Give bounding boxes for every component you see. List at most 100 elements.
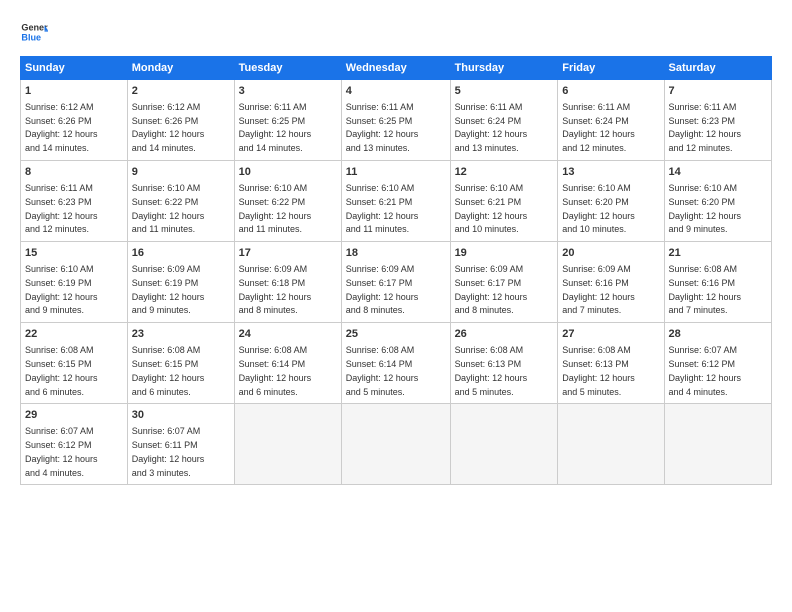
day-number: 20 <box>562 246 659 261</box>
calendar-table: SundayMondayTuesdayWednesdayThursdayFrid… <box>20 56 772 485</box>
day-cell: 22 Sunrise: 6:08 AMSunset: 6:15 PMDayligh… <box>21 323 128 404</box>
day-number: 29 <box>25 408 123 423</box>
day-cell: 1 Sunrise: 6:12 AMSunset: 6:26 PMDaylight… <box>21 80 128 161</box>
day-cell: 7 Sunrise: 6:11 AMSunset: 6:23 PMDaylight… <box>664 80 771 161</box>
day-number: 17 <box>239 246 337 261</box>
day-info: Sunrise: 6:12 AMSunset: 6:26 PMDaylight:… <box>132 102 205 153</box>
day-info: Sunrise: 6:08 AMSunset: 6:13 PMDaylight:… <box>455 345 528 396</box>
day-info: Sunrise: 6:08 AMSunset: 6:14 PMDaylight:… <box>239 345 312 396</box>
day-info: Sunrise: 6:11 AMSunset: 6:23 PMDaylight:… <box>669 102 742 153</box>
day-number: 21 <box>669 246 767 261</box>
day-number: 25 <box>346 327 446 342</box>
header-saturday: Saturday <box>664 57 771 80</box>
day-info: Sunrise: 6:07 AMSunset: 6:12 PMDaylight:… <box>669 345 742 396</box>
day-info: Sunrise: 6:10 AMSunset: 6:22 PMDaylight:… <box>239 183 312 234</box>
day-number: 7 <box>669 84 767 99</box>
header-monday: Monday <box>127 57 234 80</box>
day-info: Sunrise: 6:11 AMSunset: 6:25 PMDaylight:… <box>346 102 419 153</box>
day-cell: 19 Sunrise: 6:09 AMSunset: 6:17 PMDayligh… <box>450 242 558 323</box>
day-info: Sunrise: 6:11 AMSunset: 6:24 PMDaylight:… <box>455 102 528 153</box>
day-info: Sunrise: 6:10 AMSunset: 6:20 PMDaylight:… <box>562 183 635 234</box>
day-number: 19 <box>455 246 554 261</box>
day-number: 14 <box>669 165 767 180</box>
day-info: Sunrise: 6:08 AMSunset: 6:13 PMDaylight:… <box>562 345 635 396</box>
day-info: Sunrise: 6:10 AMSunset: 6:20 PMDaylight:… <box>669 183 742 234</box>
day-cell: 15 Sunrise: 6:10 AMSunset: 6:19 PMDayligh… <box>21 242 128 323</box>
day-info: Sunrise: 6:10 AMSunset: 6:19 PMDaylight:… <box>25 264 98 315</box>
day-cell <box>234 404 341 485</box>
day-info: Sunrise: 6:07 AMSunset: 6:11 PMDaylight:… <box>132 426 205 477</box>
day-info: Sunrise: 6:11 AMSunset: 6:23 PMDaylight:… <box>25 183 98 234</box>
day-number: 13 <box>562 165 659 180</box>
day-info: Sunrise: 6:11 AMSunset: 6:24 PMDaylight:… <box>562 102 635 153</box>
week-row-0: 1 Sunrise: 6:12 AMSunset: 6:26 PMDaylight… <box>21 80 772 161</box>
day-cell: 11 Sunrise: 6:10 AMSunset: 6:21 PMDayligh… <box>341 161 450 242</box>
week-row-1: 8 Sunrise: 6:11 AMSunset: 6:23 PMDaylight… <box>21 161 772 242</box>
day-cell: 16 Sunrise: 6:09 AMSunset: 6:19 PMDayligh… <box>127 242 234 323</box>
day-info: Sunrise: 6:12 AMSunset: 6:26 PMDaylight:… <box>25 102 98 153</box>
day-number: 10 <box>239 165 337 180</box>
day-cell: 9 Sunrise: 6:10 AMSunset: 6:22 PMDaylight… <box>127 161 234 242</box>
day-number: 23 <box>132 327 230 342</box>
day-info: Sunrise: 6:09 AMSunset: 6:19 PMDaylight:… <box>132 264 205 315</box>
day-cell: 24Sunrise: 6:08 AMSunset: 6:14 PMDayligh… <box>234 323 341 404</box>
header: General Blue <box>20 18 772 46</box>
day-cell <box>341 404 450 485</box>
day-number: 6 <box>562 84 659 99</box>
header-friday: Friday <box>558 57 664 80</box>
day-cell: 13 Sunrise: 6:10 AMSunset: 6:20 PMDayligh… <box>558 161 664 242</box>
day-info: Sunrise: 6:10 AMSunset: 6:22 PMDaylight:… <box>132 183 205 234</box>
page: General Blue SundayMondayTuesdayWednesda… <box>0 0 792 612</box>
day-number: 8 <box>25 165 123 180</box>
day-cell: 27Sunrise: 6:08 AMSunset: 6:13 PMDayligh… <box>558 323 664 404</box>
day-cell: 8 Sunrise: 6:11 AMSunset: 6:23 PMDaylight… <box>21 161 128 242</box>
day-cell: 2Sunrise: 6:12 AMSunset: 6:26 PMDaylight… <box>127 80 234 161</box>
day-info: Sunrise: 6:10 AMSunset: 6:21 PMDaylight:… <box>346 183 419 234</box>
day-number: 12 <box>455 165 554 180</box>
day-info: Sunrise: 6:07 AMSunset: 6:12 PMDaylight:… <box>25 426 98 477</box>
day-number: 18 <box>346 246 446 261</box>
day-info: Sunrise: 6:09 AMSunset: 6:16 PMDaylight:… <box>562 264 635 315</box>
day-cell: 28Sunrise: 6:07 AMSunset: 6:12 PMDayligh… <box>664 323 771 404</box>
day-number: 26 <box>455 327 554 342</box>
day-number: 11 <box>346 165 446 180</box>
logo-icon: General Blue <box>20 18 48 46</box>
day-info: Sunrise: 6:10 AMSunset: 6:21 PMDaylight:… <box>455 183 528 234</box>
day-cell: 14 Sunrise: 6:10 AMSunset: 6:20 PMDayligh… <box>664 161 771 242</box>
day-info: Sunrise: 6:09 AMSunset: 6:18 PMDaylight:… <box>239 264 312 315</box>
day-info: Sunrise: 6:08 AMSunset: 6:14 PMDaylight:… <box>346 345 419 396</box>
day-info: Sunrise: 6:09 AMSunset: 6:17 PMDaylight:… <box>346 264 419 315</box>
day-cell <box>664 404 771 485</box>
day-number: 22 <box>25 327 123 342</box>
day-cell: 30 Sunrise: 6:07 AMSunset: 6:11 PMDayligh… <box>127 404 234 485</box>
day-cell: 29 Sunrise: 6:07 AMSunset: 6:12 PMDayligh… <box>21 404 128 485</box>
day-number: 30 <box>132 408 230 423</box>
day-cell: 20 Sunrise: 6:09 AMSunset: 6:16 PMDayligh… <box>558 242 664 323</box>
day-cell: 3Sunrise: 6:11 AMSunset: 6:25 PMDaylight… <box>234 80 341 161</box>
day-cell: 17 Sunrise: 6:09 AMSunset: 6:18 PMDayligh… <box>234 242 341 323</box>
day-number: 4 <box>346 84 446 99</box>
day-cell <box>558 404 664 485</box>
day-number: 15 <box>25 246 123 261</box>
day-info: Sunrise: 6:08 AMSunset: 6:15 PMDaylight:… <box>25 345 98 396</box>
day-info: Sunrise: 6:08 AMSunset: 6:15 PMDaylight:… <box>132 345 205 396</box>
day-info: Sunrise: 6:09 AMSunset: 6:17 PMDaylight:… <box>455 264 528 315</box>
day-cell: 26 Sunrise: 6:08 AMSunset: 6:13 PMDayligh… <box>450 323 558 404</box>
header-thursday: Thursday <box>450 57 558 80</box>
header-wednesday: Wednesday <box>341 57 450 80</box>
day-number: 1 <box>25 84 123 99</box>
day-cell: 23 Sunrise: 6:08 AMSunset: 6:15 PMDayligh… <box>127 323 234 404</box>
day-cell <box>450 404 558 485</box>
day-cell: 4 Sunrise: 6:11 AMSunset: 6:25 PMDaylight… <box>341 80 450 161</box>
day-cell: 25 Sunrise: 6:08 AMSunset: 6:14 PMDayligh… <box>341 323 450 404</box>
day-cell: 6 Sunrise: 6:11 AMSunset: 6:24 PMDaylight… <box>558 80 664 161</box>
svg-text:General: General <box>21 23 48 33</box>
day-cell: 5Sunrise: 6:11 AMSunset: 6:24 PMDaylight… <box>450 80 558 161</box>
week-row-4: 29 Sunrise: 6:07 AMSunset: 6:12 PMDayligh… <box>21 404 772 485</box>
week-row-2: 15 Sunrise: 6:10 AMSunset: 6:19 PMDayligh… <box>21 242 772 323</box>
logo: General Blue <box>20 18 48 46</box>
day-number: 3 <box>239 84 337 99</box>
day-number: 9 <box>132 165 230 180</box>
day-cell: 10 Sunrise: 6:10 AMSunset: 6:22 PMDayligh… <box>234 161 341 242</box>
day-number: 16 <box>132 246 230 261</box>
